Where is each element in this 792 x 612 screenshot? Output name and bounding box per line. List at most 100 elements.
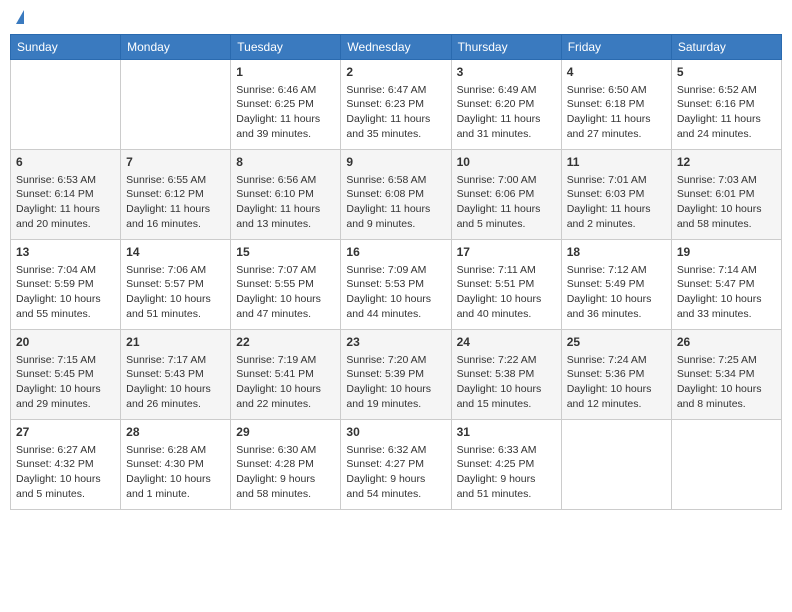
day-number: 28	[126, 424, 225, 441]
calendar-cell: 5 Sunrise: 6:52 AM Sunset: 6:16 PM Daylig…	[671, 60, 781, 150]
calendar-cell: 17Sunrise: 7:11 AM Sunset: 5:51 PM Dayli…	[451, 240, 561, 330]
column-header-thursday: Thursday	[451, 35, 561, 60]
day-number: 15	[236, 244, 335, 261]
day-number: 13	[16, 244, 115, 261]
calendar-cell: 27Sunrise: 6:27 AM Sunset: 4:32 PM Dayli…	[11, 420, 121, 510]
day-number: 26	[677, 334, 776, 351]
column-header-friday: Friday	[561, 35, 671, 60]
day-info: Sunrise: 7:07 AM Sunset: 5:55 PM Dayligh…	[236, 263, 335, 322]
calendar-cell: 24Sunrise: 7:22 AM Sunset: 5:38 PM Dayli…	[451, 330, 561, 420]
logo-triangle-icon	[16, 10, 24, 24]
day-info: Sunrise: 7:01 AM Sunset: 6:03 PM Dayligh…	[567, 173, 666, 232]
calendar-cell: 7 Sunrise: 6:55 AM Sunset: 6:12 PM Daylig…	[121, 150, 231, 240]
calendar-table: SundayMondayTuesdayWednesdayThursdayFrid…	[10, 34, 782, 510]
calendar-cell: 26 Sunrise: 7:25 AM Sunset: 5:34 PM Dayli…	[671, 330, 781, 420]
day-info: Sunrise: 7:14 AM Sunset: 5:47 PM Dayligh…	[677, 263, 776, 322]
day-number: 9	[346, 154, 445, 171]
calendar-cell: 1 Sunrise: 6:46 AM Sunset: 6:25 PM Daylig…	[231, 60, 341, 150]
calendar-cell: 2 Sunrise: 6:47 AM Sunset: 6:23 PM Daylig…	[341, 60, 451, 150]
day-info: Sunrise: 7:22 AM Sunset: 5:38 PM Dayligh…	[457, 353, 556, 412]
calendar-cell: 30 Sunrise: 6:32 AM Sunset: 4:27 PM Dayli…	[341, 420, 451, 510]
day-info: Sunrise: 7:00 AM Sunset: 6:06 PM Dayligh…	[457, 173, 556, 232]
day-info: Sunrise: 6:47 AM Sunset: 6:23 PM Dayligh…	[346, 83, 445, 142]
day-number: 14	[126, 244, 225, 261]
calendar-cell: 6 Sunrise: 6:53 AM Sunset: 6:14 PM Daylig…	[11, 150, 121, 240]
day-info: Sunrise: 7:24 AM Sunset: 5:36 PM Dayligh…	[567, 353, 666, 412]
day-info: Sunrise: 7:25 AM Sunset: 5:34 PM Dayligh…	[677, 353, 776, 412]
day-number: 8	[236, 154, 335, 171]
calendar-week-row: 6 Sunrise: 6:53 AM Sunset: 6:14 PM Daylig…	[11, 150, 782, 240]
day-number: 25	[567, 334, 666, 351]
day-info: Sunrise: 6:46 AM Sunset: 6:25 PM Dayligh…	[236, 83, 335, 142]
calendar-cell: 4 Sunrise: 6:50 AM Sunset: 6:18 PM Daylig…	[561, 60, 671, 150]
day-info: Sunrise: 7:03 AM Sunset: 6:01 PM Dayligh…	[677, 173, 776, 232]
calendar-cell: 13 Sunrise: 7:04 AM Sunset: 5:59 PM Dayli…	[11, 240, 121, 330]
calendar-cell: 16Sunrise: 7:09 AM Sunset: 5:53 PM Dayli…	[341, 240, 451, 330]
day-info: Sunrise: 7:17 AM Sunset: 5:43 PM Dayligh…	[126, 353, 225, 412]
calendar-header-row: SundayMondayTuesdayWednesdayThursdayFrid…	[11, 35, 782, 60]
calendar-cell: 20 Sunrise: 7:15 AM Sunset: 5:45 PM Dayli…	[11, 330, 121, 420]
column-header-sunday: Sunday	[11, 35, 121, 60]
calendar-cell: 10 Sunrise: 7:00 AM Sunset: 6:06 PM Dayli…	[451, 150, 561, 240]
day-info: Sunrise: 7:15 AM Sunset: 5:45 PM Dayligh…	[16, 353, 115, 412]
calendar-week-row: 27Sunrise: 6:27 AM Sunset: 4:32 PM Dayli…	[11, 420, 782, 510]
calendar-week-row: 20 Sunrise: 7:15 AM Sunset: 5:45 PM Dayli…	[11, 330, 782, 420]
calendar-cell: 29Sunrise: 6:30 AM Sunset: 4:28 PM Dayli…	[231, 420, 341, 510]
day-info: Sunrise: 6:55 AM Sunset: 6:12 PM Dayligh…	[126, 173, 225, 232]
day-info: Sunrise: 7:12 AM Sunset: 5:49 PM Dayligh…	[567, 263, 666, 322]
column-header-saturday: Saturday	[671, 35, 781, 60]
day-number: 30	[346, 424, 445, 441]
day-number: 4	[567, 64, 666, 81]
day-number: 19	[677, 244, 776, 261]
day-info: Sunrise: 6:30 AM Sunset: 4:28 PM Dayligh…	[236, 443, 335, 502]
day-info: Sunrise: 6:27 AM Sunset: 4:32 PM Dayligh…	[16, 443, 115, 502]
calendar-cell: 11Sunrise: 7:01 AM Sunset: 6:03 PM Dayli…	[561, 150, 671, 240]
day-info: Sunrise: 6:53 AM Sunset: 6:14 PM Dayligh…	[16, 173, 115, 232]
logo	[14, 10, 24, 26]
day-info: Sunrise: 7:19 AM Sunset: 5:41 PM Dayligh…	[236, 353, 335, 412]
calendar-cell: 31Sunrise: 6:33 AM Sunset: 4:25 PM Dayli…	[451, 420, 561, 510]
day-info: Sunrise: 6:52 AM Sunset: 6:16 PM Dayligh…	[677, 83, 776, 142]
calendar-cell	[561, 420, 671, 510]
calendar-cell: 21 Sunrise: 7:17 AM Sunset: 5:43 PM Dayli…	[121, 330, 231, 420]
day-number: 20	[16, 334, 115, 351]
calendar-cell	[11, 60, 121, 150]
calendar-week-row: 1 Sunrise: 6:46 AM Sunset: 6:25 PM Daylig…	[11, 60, 782, 150]
column-header-monday: Monday	[121, 35, 231, 60]
day-number: 3	[457, 64, 556, 81]
calendar-cell: 3 Sunrise: 6:49 AM Sunset: 6:20 PM Daylig…	[451, 60, 561, 150]
day-info: Sunrise: 6:32 AM Sunset: 4:27 PM Dayligh…	[346, 443, 445, 502]
day-number: 6	[16, 154, 115, 171]
calendar-cell: 28 Sunrise: 6:28 AM Sunset: 4:30 PM Dayli…	[121, 420, 231, 510]
calendar-cell: 25 Sunrise: 7:24 AM Sunset: 5:36 PM Dayli…	[561, 330, 671, 420]
day-number: 22	[236, 334, 335, 351]
day-info: Sunrise: 6:28 AM Sunset: 4:30 PM Dayligh…	[126, 443, 225, 502]
calendar-cell: 18Sunrise: 7:12 AM Sunset: 5:49 PM Dayli…	[561, 240, 671, 330]
column-header-wednesday: Wednesday	[341, 35, 451, 60]
day-number: 12	[677, 154, 776, 171]
day-number: 5	[677, 64, 776, 81]
day-number: 10	[457, 154, 556, 171]
day-info: Sunrise: 6:33 AM Sunset: 4:25 PM Dayligh…	[457, 443, 556, 502]
calendar-cell: 23 Sunrise: 7:20 AM Sunset: 5:39 PM Dayli…	[341, 330, 451, 420]
day-info: Sunrise: 6:56 AM Sunset: 6:10 PM Dayligh…	[236, 173, 335, 232]
calendar-cell	[121, 60, 231, 150]
calendar-cell: 22 Sunrise: 7:19 AM Sunset: 5:41 PM Dayli…	[231, 330, 341, 420]
day-number: 23	[346, 334, 445, 351]
day-number: 7	[126, 154, 225, 171]
page-header	[10, 10, 782, 26]
day-info: Sunrise: 7:20 AM Sunset: 5:39 PM Dayligh…	[346, 353, 445, 412]
day-info: Sunrise: 6:50 AM Sunset: 6:18 PM Dayligh…	[567, 83, 666, 142]
calendar-cell	[671, 420, 781, 510]
day-info: Sunrise: 7:09 AM Sunset: 5:53 PM Dayligh…	[346, 263, 445, 322]
day-number: 21	[126, 334, 225, 351]
day-number: 1	[236, 64, 335, 81]
calendar-cell: 15 Sunrise: 7:07 AM Sunset: 5:55 PM Dayli…	[231, 240, 341, 330]
day-info: Sunrise: 7:06 AM Sunset: 5:57 PM Dayligh…	[126, 263, 225, 322]
day-info: Sunrise: 6:58 AM Sunset: 6:08 PM Dayligh…	[346, 173, 445, 232]
day-number: 17	[457, 244, 556, 261]
day-info: Sunrise: 6:49 AM Sunset: 6:20 PM Dayligh…	[457, 83, 556, 142]
calendar-cell: 14 Sunrise: 7:06 AM Sunset: 5:57 PM Dayli…	[121, 240, 231, 330]
day-info: Sunrise: 7:04 AM Sunset: 5:59 PM Dayligh…	[16, 263, 115, 322]
day-number: 2	[346, 64, 445, 81]
